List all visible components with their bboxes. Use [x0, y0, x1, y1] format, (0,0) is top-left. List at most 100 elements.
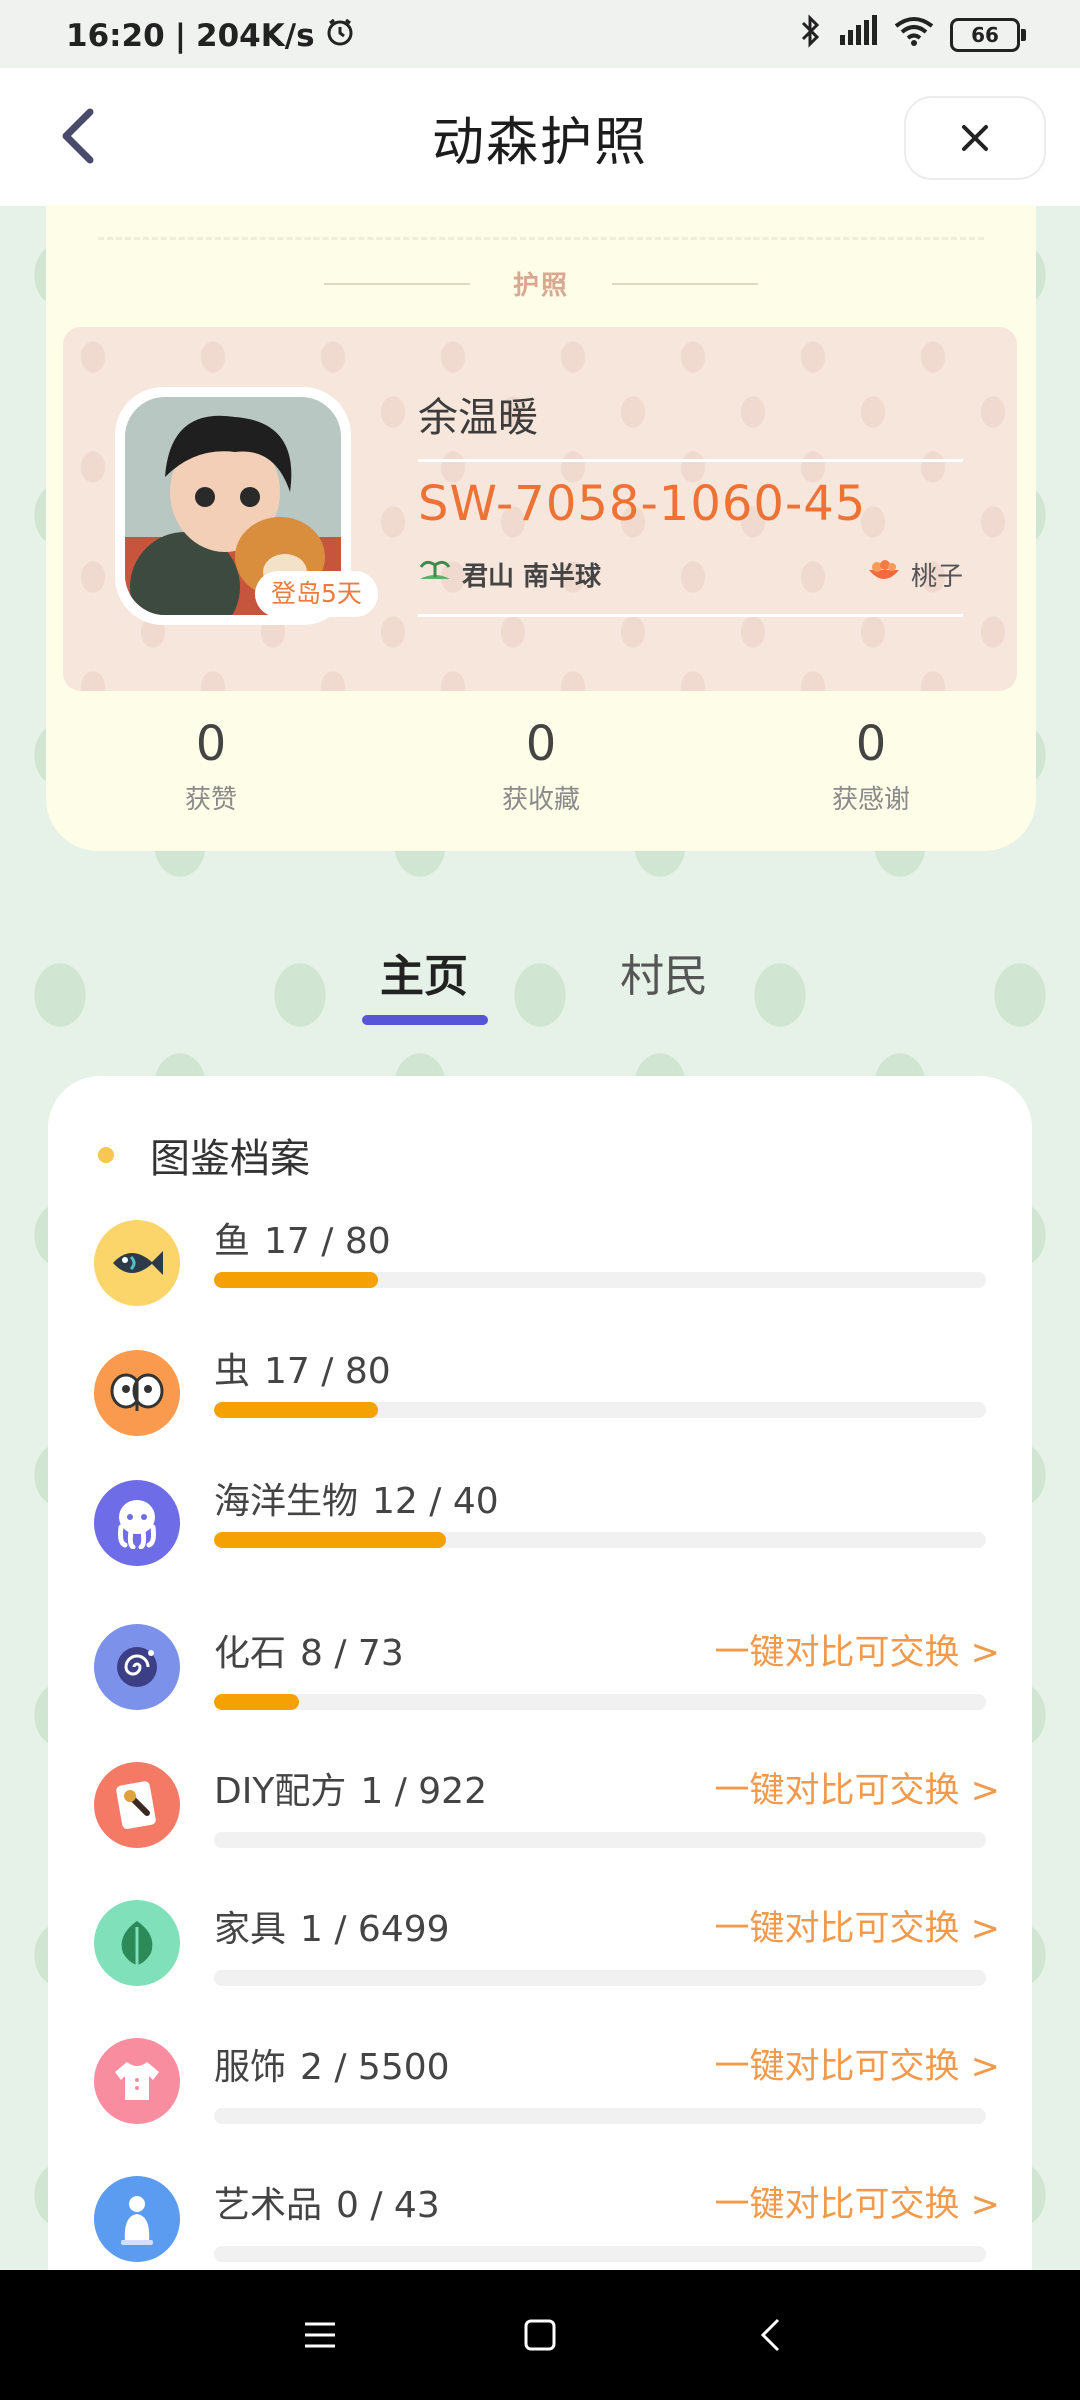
progress-fill — [214, 1272, 379, 1288]
progress-fill — [214, 1694, 299, 1710]
back-icon[interactable] — [745, 2310, 795, 2360]
stats-row: 0 获赞 0 获收藏 0 获感谢 — [46, 715, 1036, 816]
island-days-badge: 登岛5天 — [255, 571, 378, 617]
diy-recipe-icon — [94, 1762, 180, 1848]
compare-tradable-link[interactable]: 一键对比可交换 > — [715, 1624, 1000, 1675]
progress-bar — [214, 1970, 986, 1986]
stat-thanks[interactable]: 0 获感谢 — [706, 715, 1036, 816]
status-network-speed: 204K/s — [196, 18, 315, 54]
octopus-icon — [94, 1480, 180, 1566]
progress-bar — [214, 1832, 986, 1848]
encyclopedia-row[interactable]: DIY配方 1 / 922 一键对比可交换 > — [94, 1762, 1034, 1882]
encyclopedia-row[interactable]: 服饰 2 / 5500 一键对比可交换 > — [94, 2038, 1034, 2158]
encyclopedia-label: 艺术品 0 / 43 — [214, 2176, 440, 2228]
stat-favorites[interactable]: 0 获收藏 — [376, 715, 706, 816]
wifi-icon — [894, 16, 934, 54]
native-fruit: 桃子 — [910, 561, 963, 592]
encyclopedia-row[interactable]: 家具 1 / 6499 一键对比可交换 > — [94, 1900, 1034, 2020]
active-tab-indicator — [362, 1015, 488, 1025]
collection-count: 8 / 73 — [300, 1633, 404, 1674]
progress-bar — [214, 1694, 986, 1710]
category-name: 服饰 — [214, 2047, 287, 2088]
fish-icon — [94, 1220, 180, 1306]
category-name: 家具 — [214, 1909, 287, 1950]
progress-bar — [214, 2108, 986, 2124]
encyclopedia-label: 虫 17 / 80 — [214, 1342, 391, 1394]
bug-icon — [94, 1350, 180, 1436]
app-header: 动森护照 — [0, 68, 1080, 206]
encyclopedia-label: 鱼 17 / 80 — [214, 1212, 391, 1264]
progress-bar — [214, 2246, 986, 2262]
collection-count: 2 / 5500 — [300, 2047, 450, 2088]
tab-bar: 主页 村民 — [0, 940, 1080, 1030]
player-info: 余温暖 SW-7058-1060-45 君山 南半球 桃子 — [418, 387, 963, 627]
compare-tradable-link[interactable]: 一键对比可交换 > — [715, 1900, 1000, 1951]
encyclopedia-panel: 图鉴档案 鱼 17 / 80 虫 17 / 80 海洋生物 12 / 40 化石 8 / 73… — [48, 1076, 1032, 2296]
art-statue-icon — [94, 2176, 180, 2262]
divider — [418, 614, 963, 617]
fossil-icon — [94, 1624, 180, 1710]
collection-count: 0 / 43 — [336, 2185, 440, 2226]
menu-icon[interactable] — [295, 2310, 345, 2360]
category-name: DIY配方 — [214, 1771, 347, 1812]
progress-bar — [214, 1272, 986, 1288]
stat-likes[interactable]: 0 获赞 — [46, 715, 376, 816]
divider — [98, 237, 984, 240]
status-time: 16:20 — [66, 18, 165, 54]
island-icon — [418, 559, 452, 590]
passport-label: 护照 — [512, 271, 569, 301]
home-icon[interactable] — [515, 2310, 565, 2360]
close-icon — [962, 125, 988, 151]
encyclopedia-label: 海洋生物 12 / 40 — [214, 1472, 499, 1524]
compare-tradable-link[interactable]: 一键对比可交换 > — [715, 1762, 1000, 1813]
stat-label: 获收藏 — [501, 785, 580, 815]
progress-fill — [214, 1402, 379, 1418]
category-name: 虫 — [214, 1351, 251, 1392]
category-name: 化石 — [214, 1633, 287, 1674]
tab-villagers[interactable]: 村民 — [620, 940, 708, 1004]
category-name: 海洋生物 — [214, 1481, 359, 1522]
fruit-icon — [867, 558, 901, 591]
player-nickname: 余温暖 — [418, 395, 538, 441]
tab-home[interactable]: 主页 — [380, 940, 468, 1004]
progress-fill — [214, 1532, 446, 1548]
system-nav-bar — [0, 2270, 1080, 2400]
category-name: 鱼 — [214, 1221, 251, 1262]
collection-count: 12 / 40 — [372, 1481, 499, 1522]
stat-value: 0 — [855, 716, 887, 772]
passport-card: 护照 登岛5天 余温暖 SW-7058-1060-45 君山 南半球 桃子 0 … — [46, 205, 1036, 851]
close-button[interactable] — [904, 96, 1046, 180]
collection-count: 17 / 80 — [264, 1351, 391, 1392]
player-id[interactable]: SW-7058-1060-45 — [418, 472, 963, 536]
encyclopedia-label: DIY配方 1 / 922 — [214, 1762, 487, 1814]
bullet-dot-icon — [98, 1147, 114, 1163]
collection-count: 1 / 6499 — [300, 1909, 450, 1950]
page-root: 16:20 | 204K/s 66 动森护照 护照 登岛5天 余温暖 SW-70… — [0, 0, 1080, 2400]
section-header: 图鉴档案 — [98, 1126, 310, 1184]
progress-bar — [214, 1402, 986, 1418]
divider — [418, 459, 963, 462]
compare-tradable-link[interactable]: 一键对比可交换 > — [715, 2038, 1000, 2089]
collection-count: 1 / 922 — [360, 1771, 487, 1812]
passport-info-box: 登岛5天 余温暖 SW-7058-1060-45 君山 南半球 桃子 — [63, 327, 1017, 691]
category-name: 艺术品 — [214, 2185, 323, 2226]
stat-label: 获赞 — [184, 785, 237, 815]
collection-count: 17 / 80 — [264, 1221, 391, 1262]
encyclopedia-label: 化石 8 / 73 — [214, 1624, 404, 1676]
encyclopedia-row[interactable]: 鱼 17 / 80 — [94, 1220, 1034, 1340]
alarm-icon — [325, 17, 355, 55]
battery-icon: 66 — [950, 18, 1026, 52]
encyclopedia-row[interactable]: 海洋生物 12 / 40 — [94, 1480, 1034, 1600]
shirt-icon — [94, 2038, 180, 2124]
leaf-icon — [94, 1900, 180, 1986]
island-name: 君山 南半球 — [462, 561, 602, 592]
encyclopedia-row[interactable]: 虫 17 / 80 — [94, 1350, 1034, 1470]
status-separator: | — [174, 18, 187, 54]
status-bar: 16:20 | 204K/s 66 — [0, 0, 1080, 68]
stat-value: 0 — [525, 716, 557, 772]
progress-bar — [214, 1532, 986, 1548]
signal-icon — [838, 15, 878, 55]
encyclopedia-row[interactable]: 化石 8 / 73 一键对比可交换 > — [94, 1624, 1034, 1744]
section-title: 图鉴档案 — [150, 1136, 310, 1182]
compare-tradable-link[interactable]: 一键对比可交换 > — [715, 2176, 1000, 2227]
